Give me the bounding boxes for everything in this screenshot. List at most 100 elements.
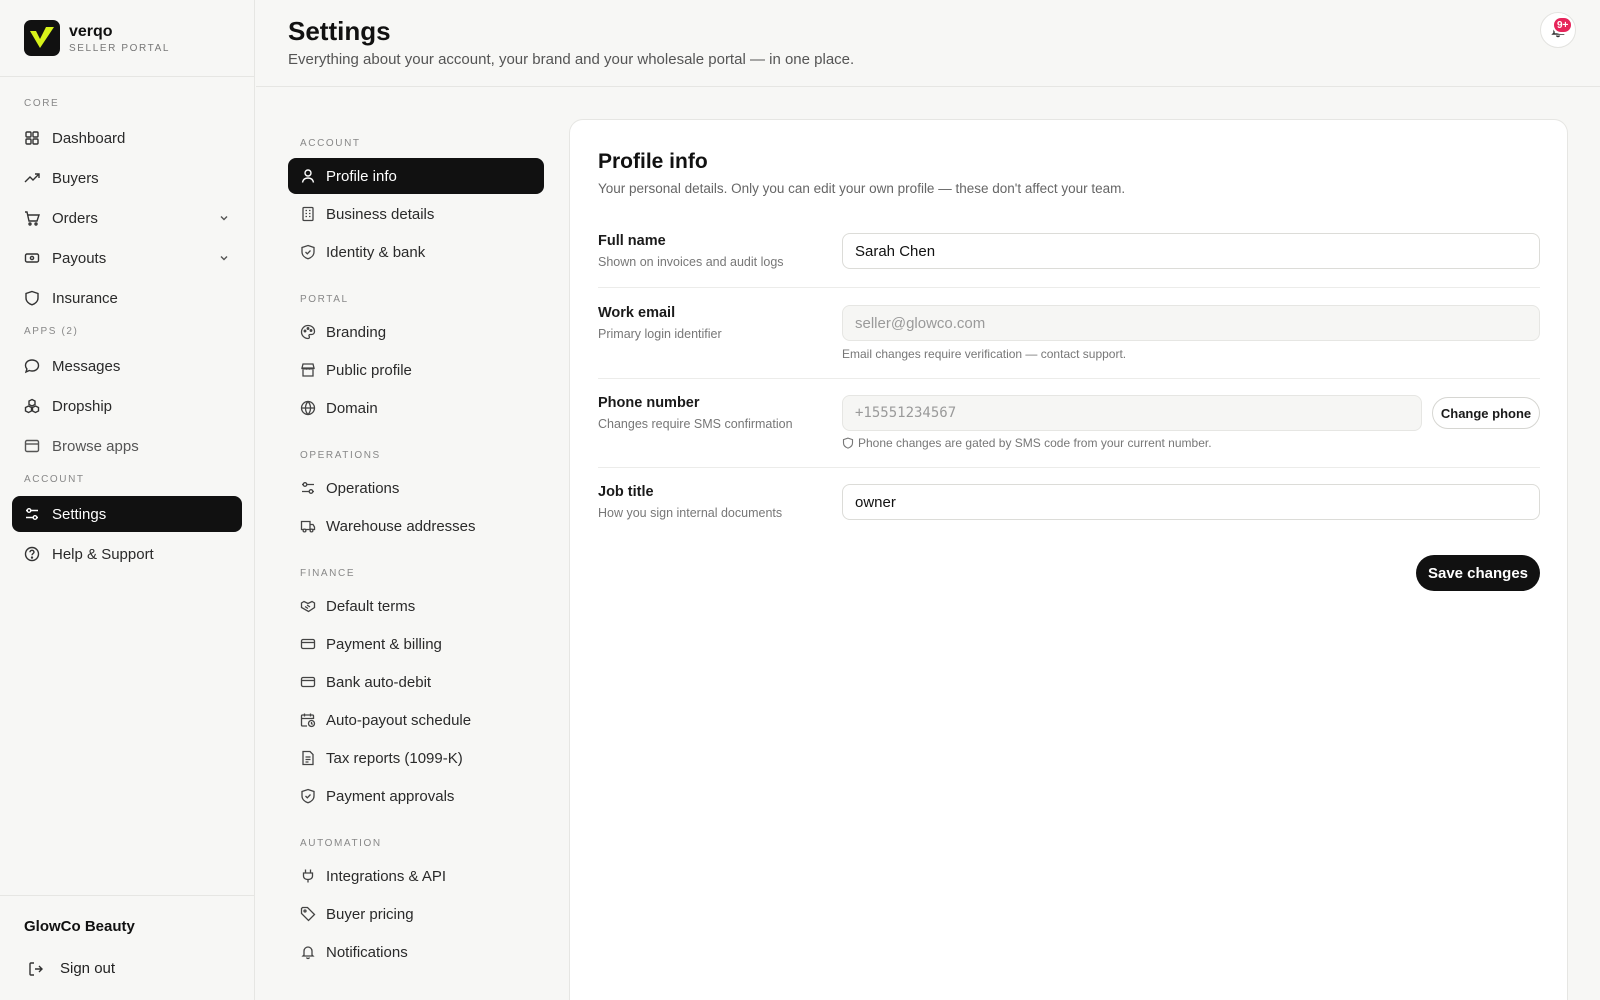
- field-help: Shown on invoices and audit logs: [598, 255, 784, 269]
- building-icon: [302, 206, 314, 222]
- sidebar-item-orders[interactable]: Orders: [12, 200, 242, 236]
- dashboard-icon: [25, 131, 39, 145]
- settings-item-identity-bank[interactable]: Identity & bank: [288, 234, 544, 270]
- divider: [598, 378, 1540, 379]
- settings-item-payment-billing[interactable]: Payment & billing: [288, 626, 544, 662]
- settings-item-warehouse-addresses[interactable]: Warehouse addresses: [288, 508, 544, 544]
- shield-icon: [25, 290, 39, 306]
- chevron-down-icon[interactable]: [218, 212, 230, 224]
- sidebar-item-label: Payouts: [52, 249, 107, 267]
- sliders-icon: [302, 482, 314, 494]
- sidebar-item-dropship[interactable]: Dropship: [12, 388, 242, 424]
- settings-item-notifications[interactable]: Notifications: [288, 934, 544, 970]
- nav-section-apps: APPS (2): [24, 326, 79, 337]
- credit-card-icon: [300, 676, 316, 688]
- settings-section-account: ACCOUNT: [300, 138, 361, 149]
- sidebar-item-payouts[interactable]: Payouts: [12, 240, 242, 276]
- sidebar-item-browse-apps[interactable]: Browse apps: [12, 428, 242, 464]
- settings-item-public-profile[interactable]: Public profile: [288, 352, 544, 388]
- settings-item-label: Branding: [326, 323, 387, 341]
- settings-item-label: Default terms: [326, 597, 416, 615]
- profile-info-card: Profile info Your personal details. Only…: [569, 119, 1568, 1000]
- sidebar-item-label: Dashboard: [52, 129, 126, 147]
- settings-item-label: Buyer pricing: [326, 905, 414, 923]
- full-name-row: Full name Shown on invoices and audit lo…: [598, 233, 1540, 269]
- verqo-logo-icon: [24, 20, 60, 56]
- divider: [598, 467, 1540, 468]
- user-icon: [301, 169, 315, 183]
- truck-icon: [300, 520, 316, 533]
- signout-button[interactable]: Sign out: [0, 959, 255, 979]
- field-help: Changes require SMS confirmation: [598, 417, 793, 431]
- sidebar-item-dashboard[interactable]: Dashboard: [12, 120, 242, 156]
- brand[interactable]: verqo SELLER PORTAL: [0, 0, 254, 77]
- phone-note: Phone changes are gated by SMS code from…: [842, 436, 1212, 450]
- full-name-input[interactable]: Sarah Chen: [842, 233, 1540, 269]
- boxes-icon: [24, 398, 40, 414]
- phone-row: Phone number Changes require SMS confirm…: [598, 395, 1540, 451]
- sidebar-item-label: Buyers: [52, 169, 99, 187]
- globe-icon: [300, 400, 316, 416]
- job-title-input[interactable]: owner: [842, 484, 1540, 520]
- sidebar: verqo SELLER PORTAL CORE Dashboard Buyer…: [0, 0, 255, 1000]
- handshake-icon: [300, 600, 316, 613]
- settings-section-automation: AUTOMATION: [300, 838, 382, 849]
- change-phone-button[interactable]: Change phone: [1432, 397, 1540, 429]
- sidebar-item-messages[interactable]: Messages: [12, 348, 242, 384]
- field-label: Phone number: [598, 395, 700, 411]
- field-help: Primary login identifier: [598, 327, 722, 341]
- settings-item-buyer-pricing[interactable]: Buyer pricing: [288, 896, 544, 932]
- company-name: GlowCo Beauty: [24, 918, 135, 935]
- settings-item-auto-payout-schedule[interactable]: Auto-payout schedule: [288, 702, 544, 738]
- sidebar-item-label: Insurance: [52, 289, 118, 307]
- sidebar-item-label: Messages: [52, 357, 121, 375]
- card-title: Profile info: [598, 150, 708, 173]
- palette-icon: [300, 324, 316, 340]
- page-title: Settings: [288, 16, 391, 46]
- sidebar-item-help-support[interactable]: Help & Support: [12, 536, 242, 572]
- page-header: Settings Everything about your account, …: [256, 0, 1600, 87]
- work-email-note: Email changes require verification — con…: [842, 347, 1127, 361]
- settings-item-profile-info[interactable]: Profile info: [288, 158, 544, 194]
- message-icon: [24, 359, 40, 374]
- calendar-clock-icon: [300, 713, 316, 728]
- settings-item-operations[interactable]: Operations: [288, 470, 544, 506]
- settings-item-domain[interactable]: Domain: [288, 390, 544, 426]
- storefront-icon: [301, 363, 315, 377]
- tag-icon: [300, 906, 316, 922]
- help-icon: [24, 546, 40, 562]
- shield-check-icon: [301, 244, 315, 260]
- sidebar-item-label: Dropship: [52, 397, 113, 415]
- field-help: How you sign internal documents: [598, 506, 783, 520]
- settings-item-label: Auto-payout schedule: [326, 711, 472, 729]
- settings-item-label: Warehouse addresses: [326, 517, 476, 535]
- settings-section-portal: PORTAL: [300, 294, 349, 305]
- settings-item-branding[interactable]: Branding: [288, 314, 544, 350]
- settings-item-label: Bank auto-debit: [326, 673, 432, 691]
- save-changes-button[interactable]: Save changes: [1416, 555, 1540, 591]
- sliders-icon: [26, 508, 38, 520]
- settings-item-label: Integrations & API: [326, 867, 447, 885]
- sidebar-item-label: Help & Support: [52, 545, 154, 563]
- settings-item-label: Operations: [326, 479, 400, 497]
- settings-item-business-details[interactable]: Business details: [288, 196, 544, 232]
- sidebar-item-buyers[interactable]: Buyers: [12, 160, 242, 196]
- sidebar-item-label: Browse apps: [52, 437, 139, 455]
- sidebar-item-settings[interactable]: Settings: [12, 496, 242, 532]
- settings-item-label: Payment & billing: [326, 635, 442, 653]
- shield-icon: [842, 437, 854, 449]
- sidebar-item-insurance[interactable]: Insurance: [12, 280, 242, 316]
- sidebar-footer: GlowCo Beauty Sign out: [0, 895, 255, 1000]
- settings-item-integrations-api[interactable]: Integrations & API: [288, 858, 544, 894]
- settings-item-label: Domain: [326, 399, 378, 417]
- plug-icon: [302, 869, 314, 883]
- settings-item-default-terms[interactable]: Default terms: [288, 588, 544, 624]
- settings-item-bank-auto-debit[interactable]: Bank auto-debit: [288, 664, 544, 700]
- settings-item-payment-approvals[interactable]: Payment approvals: [288, 778, 544, 814]
- settings-item-label: Payment approvals: [326, 787, 455, 805]
- settings-item-label: Identity & bank: [326, 243, 426, 261]
- chevron-down-icon[interactable]: [218, 252, 230, 264]
- brand-name: verqo: [69, 22, 113, 40]
- settings-nav: ACCOUNT Profile info Business details Id…: [288, 130, 544, 972]
- settings-item-tax-reports[interactable]: Tax reports (1099-K): [288, 740, 544, 776]
